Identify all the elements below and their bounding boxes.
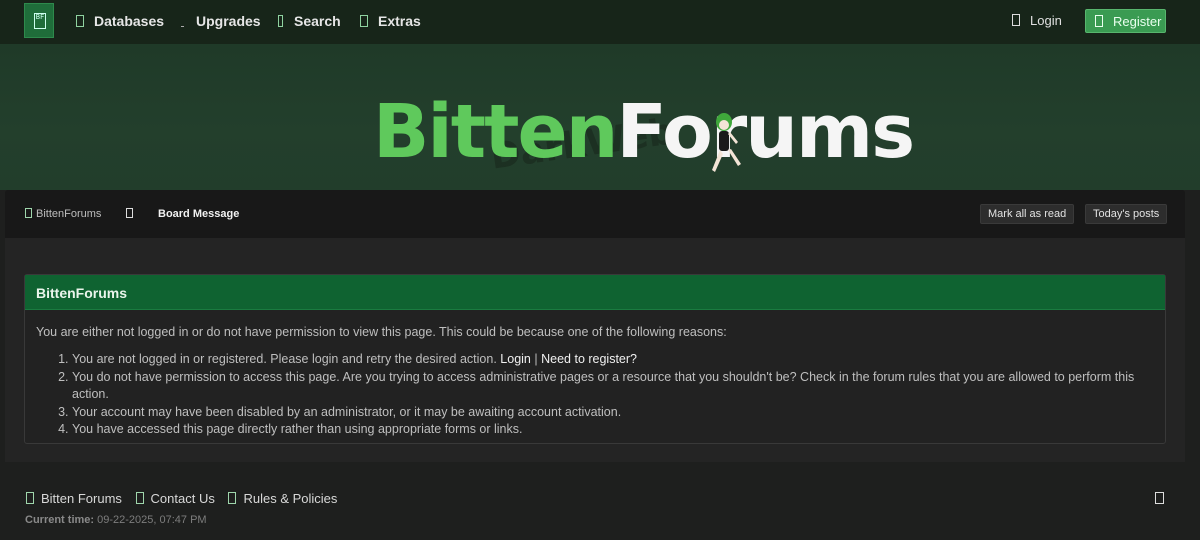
message-intro: You are either not logged in or do not h…: [36, 325, 727, 339]
header-banner: DarkWeb BittenForums: [0, 44, 1200, 190]
breadcrumb-separator: [126, 208, 137, 220]
reason-item: Your account may have been disabled by a…: [72, 404, 1154, 422]
database-icon: [76, 15, 84, 27]
login-link[interactable]: Login: [1012, 13, 1062, 28]
back-to-top-icon[interactable]: [1155, 492, 1164, 504]
register-link-inline[interactable]: Need to register?: [541, 352, 637, 366]
banner-title-white: Forums: [616, 89, 915, 175]
logo-icon: BF: [34, 13, 46, 29]
footer-links: Bitten Forums Contact Us Rules & Policie…: [26, 491, 347, 506]
breadcrumb-current: Board Message: [158, 208, 240, 220]
breadcrumb-home[interactable]: BittenForums: [25, 208, 101, 220]
footer-link-contact[interactable]: Contact Us: [135, 491, 215, 506]
rules-icon: [228, 492, 237, 504]
breadcrumb-separator-icon: [126, 208, 133, 218]
site-logo[interactable]: BF: [24, 3, 54, 38]
panel-title: BittenForums: [25, 275, 1165, 310]
top-navigation: BF Databases Upgrades Search Extras Logi…: [0, 0, 1200, 44]
register-button[interactable]: Register: [1085, 9, 1166, 33]
nav-extras[interactable]: Extras: [360, 13, 421, 29]
upgrade-icon: [181, 24, 184, 27]
banner-logo-text[interactable]: BittenForums: [373, 89, 915, 175]
reason-list: You are not logged in or registered. Ple…: [72, 351, 1154, 439]
extras-icon: [360, 15, 368, 27]
login-icon: [1012, 14, 1020, 26]
mark-all-read-button[interactable]: Mark all as read: [980, 204, 1075, 224]
reason-item: You are not logged in or registered. Ple…: [72, 351, 1154, 369]
board-message-panel: BittenForums You are either not logged i…: [24, 274, 1166, 444]
contact-icon: [135, 492, 144, 504]
home-icon: [25, 208, 32, 218]
reason-item: You do not have permission to access thi…: [72, 369, 1154, 404]
mascot-image: [712, 113, 741, 172]
nav-databases[interactable]: Databases: [76, 13, 164, 29]
nav-search[interactable]: Search: [278, 13, 341, 29]
footer-link-rules[interactable]: Rules & Policies: [228, 491, 337, 506]
todays-posts-button[interactable]: Today's posts: [1085, 204, 1168, 224]
footer-link-home[interactable]: Bitten Forums: [26, 491, 122, 506]
current-time: Current time: 09-22-2025, 07:47 PM: [25, 514, 207, 526]
register-icon: [1095, 15, 1103, 27]
home-icon: [26, 492, 34, 504]
nav-upgrades[interactable]: Upgrades: [181, 13, 261, 29]
login-link-inline[interactable]: Login: [500, 352, 531, 366]
reason-item: You have accessed this page directly rat…: [72, 421, 1154, 439]
search-icon: [278, 15, 283, 27]
banner-title-green: Bitten: [373, 89, 618, 175]
panel-body: You are either not logged in or do not h…: [25, 310, 1165, 454]
